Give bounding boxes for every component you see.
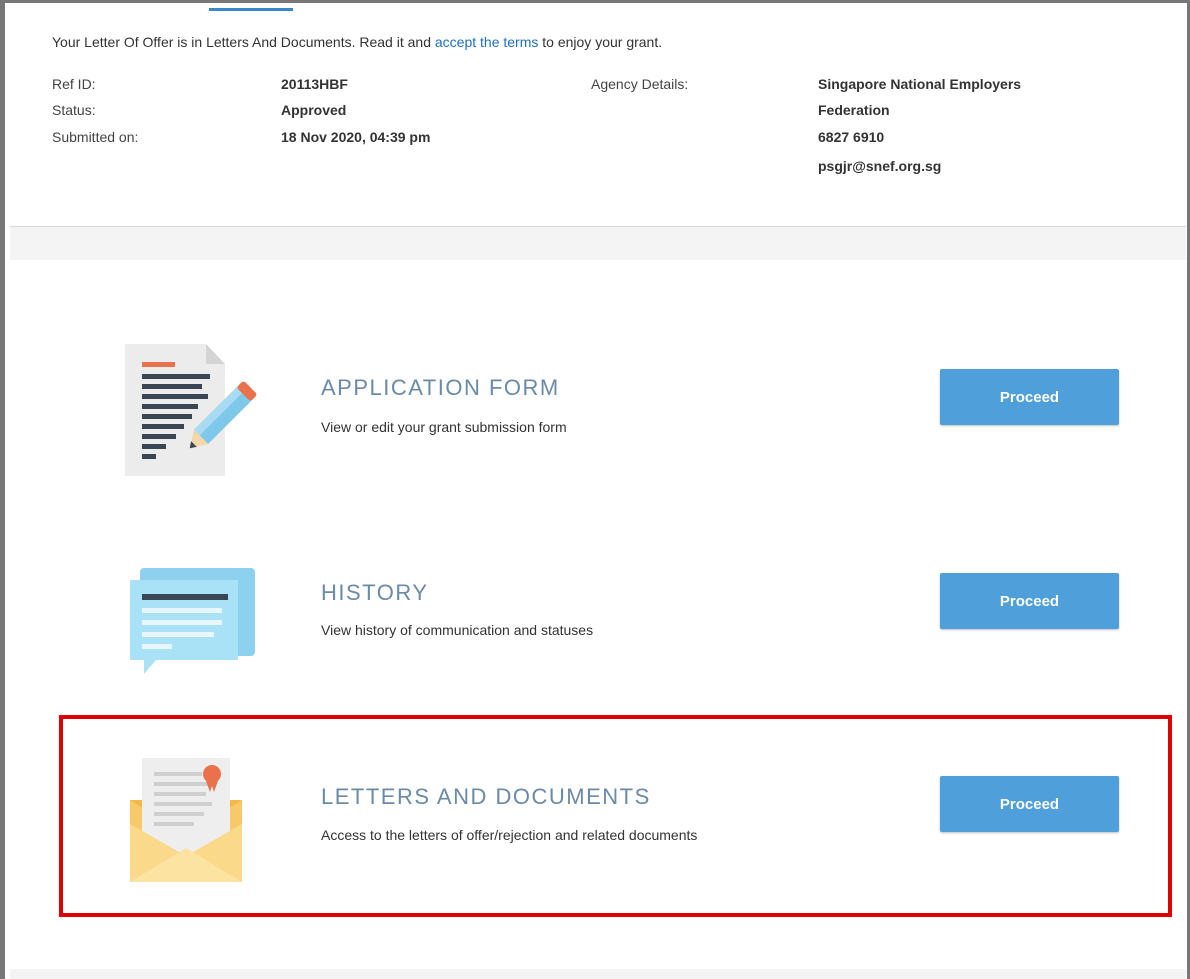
section-gap <box>10 227 1186 260</box>
active-tab-indicator <box>209 8 293 11</box>
notice-prefix: Your Letter Of Offer is in Letters And D… <box>52 34 435 50</box>
status-label: Status: <box>52 102 96 118</box>
history-title: HISTORY <box>321 580 429 605</box>
application-form-title: APPLICATION FORM <box>321 375 560 400</box>
bottom-gap <box>10 969 1186 979</box>
agency-details-label: Agency Details: <box>591 76 689 92</box>
ref-id-value: 20113HBF <box>281 76 348 92</box>
offer-notice: Your Letter Of Offer is in Letters And D… <box>52 34 662 50</box>
application-form-proceed-button[interactable]: Proceed <box>940 369 1119 425</box>
chat-bubble-icon <box>120 548 260 688</box>
application-form-description: View or edit your grant submission form <box>321 419 567 435</box>
accept-terms-link[interactable]: accept the terms <box>435 34 539 50</box>
submitted-value: 18 Nov 2020, 04:39 pm <box>281 129 431 145</box>
submitted-label: Submitted on: <box>52 129 139 145</box>
history-description: View history of communication and status… <box>321 622 594 638</box>
status-value: Approved <box>281 102 347 118</box>
agency-name-line2: Federation <box>818 102 890 118</box>
agency-phone: 6827 6910 <box>818 129 885 145</box>
document-pencil-icon <box>120 344 260 484</box>
notice-suffix: to enjoy your grant. <box>538 34 663 50</box>
agency-email: psgjr@snef.org.sg <box>818 158 942 174</box>
history-proceed-button[interactable]: Proceed <box>940 573 1119 629</box>
agency-name-line1: Singapore National Employers <box>818 76 1022 92</box>
highlight-box <box>59 715 1172 917</box>
application-summary-card: Your Letter Of Offer is in Letters And D… <box>10 12 1186 227</box>
ref-id-label: Ref ID: <box>52 76 96 92</box>
